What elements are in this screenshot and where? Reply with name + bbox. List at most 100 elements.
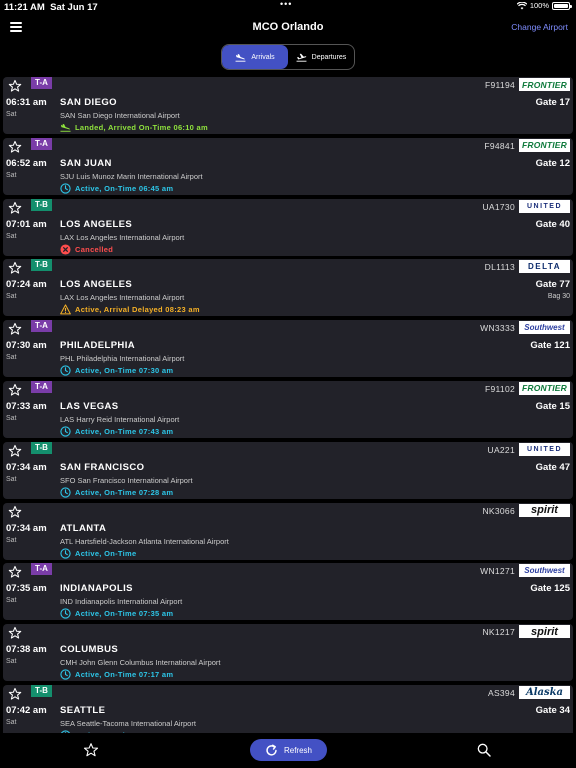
airline-logo: spirit [519, 625, 570, 639]
flight-status: Active, On-Time 06:45 am [60, 183, 173, 194]
status-right: 100% [516, 1, 572, 10]
favorite-star-icon[interactable] [8, 322, 22, 336]
flight-list[interactable]: T-A F91194 FRONTIER 06:31 am Sat SAN DIEGO SAN… [3, 77, 573, 733]
flight-card[interactable]: T-A F94841 FRONTIER 06:52 am Sat SAN JUAN SJU … [3, 137, 573, 195]
arrival-time: 07:34 am [6, 461, 47, 473]
flight-number: F91102 [485, 383, 515, 394]
favorite-star-icon[interactable] [8, 505, 22, 519]
tab-arrivals[interactable]: Arrivals [222, 45, 288, 69]
flight-number: F91194 [485, 80, 515, 90]
origin-city: LAS VEGAS [60, 400, 119, 412]
flight-card[interactable]: T-B UA1730 UNITED 07:01 am Sat LOS ANGELES LAX… [3, 198, 573, 256]
origin-airport: IND Indianapolis International Airport [60, 597, 183, 607]
terminal-badge: T-A [31, 77, 52, 89]
origin-airport: SFO San Francisco International Airport [60, 475, 193, 485]
origin-airport: LAX Los Angeles International Airport [60, 293, 185, 303]
gate-label: Gate 77 [535, 279, 570, 291]
clock-icon [60, 669, 71, 680]
flight-status: Active, On-Time 07:28 am [60, 487, 173, 498]
airline-logo: FRONTIER [519, 78, 570, 91]
airline-logo: Southwest [519, 564, 570, 578]
multitasking-dots[interactable]: ••• [280, 0, 292, 9]
clock-icon [60, 183, 71, 194]
flight-card[interactable]: T-A WN3333 Southwest 07:30 am Sat PHILADELPHI… [3, 320, 573, 378]
terminal-badge: T-B [31, 198, 52, 211]
flight-status: Active, On-Time 07:43 am [60, 426, 173, 437]
plane-takeoff-icon [296, 53, 307, 62]
arrival-time: 07:01 am [6, 218, 47, 230]
flight-card[interactable]: NK1217 spirit 07:38 am Sat COLUMBUS CMH John … [3, 624, 573, 682]
clock-icon [60, 365, 71, 376]
origin-airport: ATL Hartsfield-Jackson Atlanta Internati… [60, 536, 229, 546]
clock-icon [60, 547, 71, 559]
arrival-time: 07:24 am [6, 279, 47, 291]
favorite-star-icon[interactable] [8, 261, 22, 275]
change-airport-button[interactable]: Change Airport [511, 22, 568, 32]
flight-status: Landed, Arrived On-Time 06:10 am [60, 122, 208, 133]
favorite-star-icon[interactable] [8, 140, 22, 154]
origin-airport: SAN San Diego International Airport [60, 111, 180, 120]
flight-card[interactable]: T-A WN1271 Southwest 07:35 am Sat INDIANAPOLI… [3, 563, 573, 621]
refresh-button[interactable]: Refresh [250, 739, 327, 761]
flight-status-text: Landed, Arrived On-Time 06:10 am [75, 123, 208, 132]
favorite-star-icon[interactable] [8, 201, 22, 215]
flight-status-text: Active, On-Time 07:43 am [75, 426, 174, 436]
gate-label: Gate 40 [535, 218, 570, 230]
arrival-day: Sat [6, 171, 17, 179]
arrival-day: Sat [6, 536, 17, 544]
favorites-star-icon[interactable] [83, 742, 99, 758]
origin-airport: PHL Philadelphia International Airport [60, 354, 185, 364]
favorite-star-icon[interactable] [8, 444, 22, 458]
battery-percent: 100% [529, 1, 549, 10]
flight-card[interactable]: T-B UA221 UNITED 07:34 am Sat SAN FRANCISCO SF… [3, 441, 573, 499]
flight-card[interactable]: T-B AS394 Alaska 07:42 am Sat SEATTLE SEA Seat… [3, 684, 573, 733]
arrival-time: 07:35 am [6, 583, 47, 595]
battery-icon [552, 1, 572, 10]
refresh-icon [266, 743, 277, 756]
gate-label: Gate 15 [535, 400, 570, 412]
flight-status: Active, On-Time 07:17 am [60, 669, 173, 680]
flight-status-text: Active, On-Time 07:17 am [75, 670, 174, 680]
arrival-day: Sat [6, 354, 17, 362]
baggage-claim: Bag 30 [547, 293, 570, 301]
flight-number: UA221 [487, 444, 515, 455]
arrivals-departures-toggle: Arrivals Departures [221, 44, 355, 70]
flight-status: Cancelled [60, 244, 113, 255]
flight-card[interactable]: T-A F91194 FRONTIER 06:31 am Sat SAN DIEGO SAN… [3, 77, 573, 134]
terminal-badge: T-A [31, 137, 52, 150]
origin-city: INDIANAPOLIS [60, 583, 133, 595]
origin-city: SEATTLE [60, 704, 106, 716]
arrival-time: 07:38 am [6, 644, 47, 656]
airline-logo: Alaska [519, 685, 570, 699]
origin-city: LOS ANGELES [60, 279, 133, 291]
arrival-day: Sat [6, 718, 17, 726]
favorite-star-icon[interactable] [8, 626, 22, 640]
flight-number: UA1730 [482, 201, 515, 212]
status-bar: 11:21 AM Sat Jun 17 ••• 100% [0, 0, 576, 13]
tab-departures-label: Departures [311, 53, 347, 61]
favorite-star-icon[interactable] [8, 687, 22, 701]
arrival-day: Sat [6, 475, 17, 483]
flight-card[interactable]: T-B DL1113 DELTA 07:24 am Sat LOS ANGELES LAX … [3, 259, 573, 317]
flight-status: Active, On-Time 07:35 am [60, 608, 173, 620]
flight-number: NK1217 [482, 627, 515, 638]
flight-status-text: Active, On-Time 07:28 am [75, 487, 174, 497]
airline-logo: spirit [519, 503, 570, 517]
favorite-star-icon[interactable] [8, 565, 22, 579]
origin-airport: SEA Seattle-Tacoma International Airport [60, 718, 196, 728]
clock-icon [60, 608, 71, 620]
tab-departures[interactable]: Departures [288, 45, 354, 69]
origin-airport: LAX Los Angeles International Airport [60, 232, 185, 242]
flight-card[interactable]: NK3066 spirit 07:34 am Sat ATLANTA ATL Hartsf… [3, 502, 573, 560]
flight-card[interactable]: T-A F91102 FRONTIER 07:33 am Sat LAS VEGAS LAS… [3, 380, 573, 438]
arrival-day: Sat [6, 414, 17, 422]
favorite-star-icon[interactable] [8, 383, 22, 397]
origin-airport: CMH John Glenn Columbus International Ai… [60, 658, 221, 668]
search-icon[interactable] [476, 742, 492, 758]
airline-logo: FRONTIER [519, 381, 570, 395]
arrival-time: 07:33 am [6, 400, 47, 412]
origin-city: PHILADELPHIA [60, 340, 135, 352]
favorite-star-icon[interactable] [8, 79, 22, 93]
bottom-toolbar: Refresh [0, 733, 576, 768]
plane-landing-icon [235, 53, 246, 62]
